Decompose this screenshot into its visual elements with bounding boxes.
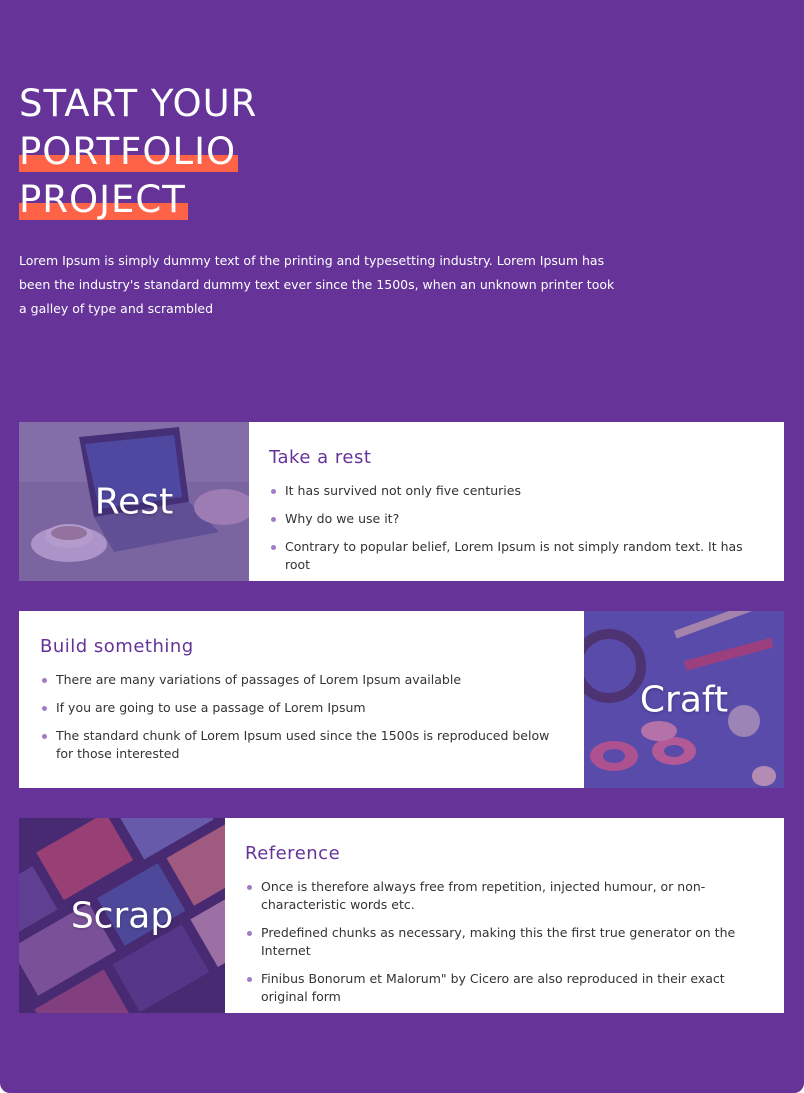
hero-title-line-1: START YOUR	[19, 82, 258, 125]
scrap-image-label: Scrap	[70, 895, 174, 936]
list-item-text: It has survived not only five centuries	[285, 483, 521, 498]
bullet-icon	[42, 734, 47, 739]
bullet-icon	[247, 977, 252, 982]
bullet-icon	[247, 931, 252, 936]
list-item-text: Once is therefore always free from repet…	[261, 879, 706, 912]
list-item: Why do we use it?	[269, 510, 769, 528]
list-item-text: If you are going to use a passage of Lor…	[56, 700, 366, 715]
bullet-icon	[247, 885, 252, 890]
scrap-list: Once is therefore always free from repet…	[245, 878, 765, 1006]
list-item-text: Predefined chunks as necessary, making t…	[261, 925, 736, 958]
hero-title-line-2: PORTFOLIO	[19, 130, 239, 173]
card-scrap: Scrap Reference Once is therefore always…	[19, 818, 784, 1013]
card-craft: Build something There are many variation…	[19, 611, 784, 788]
bullet-icon	[42, 706, 47, 711]
list-item-text: Finibus Bonorum et Malorum" by Cicero ar…	[261, 971, 725, 1004]
card-rest: Rest Take a rest It has survived not onl…	[19, 422, 784, 581]
scrap-image: Scrap	[19, 818, 225, 1013]
scrap-content: Reference Once is therefore always free …	[245, 843, 765, 1013]
scrap-title: Reference	[245, 843, 341, 864]
list-item: If you are going to use a passage of Lor…	[40, 699, 550, 717]
rest-list: It has survived not only five centuries …	[269, 482, 769, 574]
craft-title: Build something	[40, 636, 194, 657]
craft-list: There are many variations of passages of…	[40, 671, 550, 763]
bullet-icon	[271, 489, 276, 494]
bullet-icon	[271, 545, 276, 550]
rest-content: Take a rest It has survived not only fiv…	[269, 447, 769, 581]
bullet-icon	[271, 517, 276, 522]
craft-image-label: Craft	[639, 679, 729, 720]
list-item: Predefined chunks as necessary, making t…	[245, 924, 765, 960]
list-item: There are many variations of passages of…	[40, 671, 550, 689]
hero-title: START YOUR PORTFOLIO PROJECT	[19, 80, 257, 224]
craft-image: Craft	[584, 611, 784, 788]
list-item: Once is therefore always free from repet…	[245, 878, 765, 914]
page: START YOUR PORTFOLIO PROJECT Lorem Ipsum…	[0, 0, 804, 1093]
list-item: Contrary to popular belief, Lorem Ipsum …	[269, 538, 769, 574]
craft-content: Build something There are many variation…	[40, 636, 550, 773]
rest-title: Take a rest	[269, 447, 372, 468]
list-item-text: Contrary to popular belief, Lorem Ipsum …	[285, 539, 743, 572]
list-item: It has survived not only five centuries	[269, 482, 769, 500]
list-item: The standard chunk of Lorem Ipsum used s…	[40, 727, 550, 763]
list-item-text: Why do we use it?	[285, 511, 400, 526]
hero-intro: Lorem Ipsum is simply dummy text of the …	[19, 253, 615, 316]
list-item-text: There are many variations of passages of…	[56, 672, 462, 687]
rest-image: Rest	[19, 422, 249, 581]
bullet-icon	[42, 678, 47, 683]
list-item-text: The standard chunk of Lorem Ipsum used s…	[56, 728, 550, 761]
rest-image-label: Rest	[94, 481, 174, 522]
hero-title-line-3: PROJECT	[19, 178, 188, 221]
list-item: Finibus Bonorum et Malorum" by Cicero ar…	[245, 970, 765, 1006]
